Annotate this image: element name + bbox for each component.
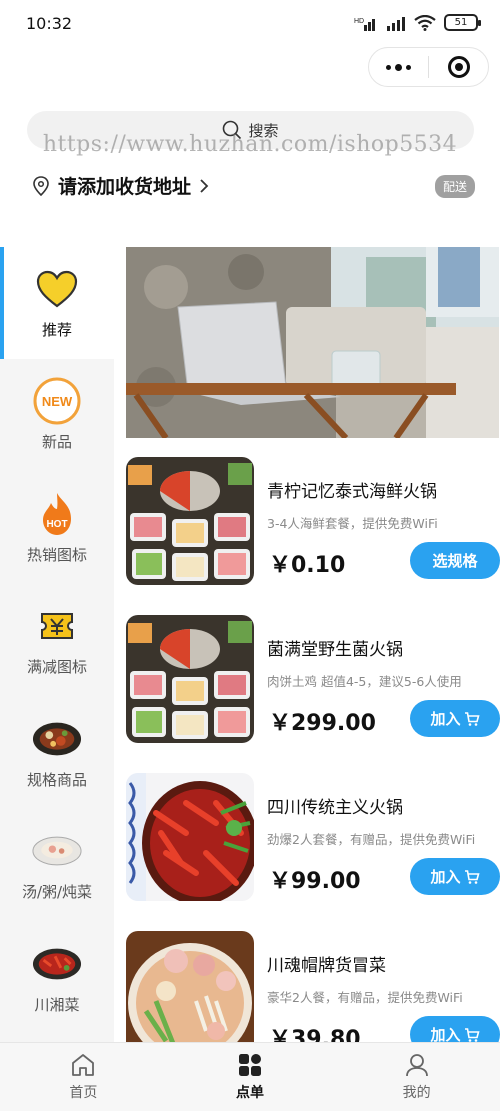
product-desc: 豪华2人餐，有赠品，提供免费WiFi (267, 990, 463, 1005)
button-label: 选规格 (432, 552, 478, 570)
hot-badge-text: HOT (46, 519, 67, 530)
address-selector[interactable]: 请添加收货地址 (32, 172, 209, 199)
address-label: 请添加收货地址 (58, 176, 192, 198)
sidebar-item-label: 推荐 (41, 320, 72, 339)
product-name: 四川传统主义火锅 (267, 798, 403, 818)
status-time: 10:32 (26, 14, 73, 33)
sidebar-item-discount[interactable]: 满减图标 (0, 584, 114, 696)
sidebar-item-recommended[interactable]: 推荐 (0, 247, 114, 359)
battery-level: 51 (454, 17, 468, 28)
location-pin-icon (33, 175, 49, 196)
product-image[interactable] (126, 773, 254, 901)
watermark-text: https://www.huzhan.com/ishop5534 (42, 132, 458, 157)
tab-home[interactable]: 首页 (0, 1043, 167, 1111)
more-dots-icon (386, 63, 411, 71)
product-name: 菌满堂野生菌火锅 (267, 640, 403, 660)
delivery-mode-badge[interactable]: 配送 (434, 175, 475, 198)
product-price: ￥299.00 (269, 711, 376, 736)
sidebar-item-label: 汤/粥/炖菜 (21, 882, 93, 901)
sidebar-item-new[interactable]: NEW 新品 (0, 359, 114, 471)
product-image[interactable] (126, 931, 254, 1059)
heart-icon (32, 267, 82, 311)
more-button[interactable] (369, 48, 428, 86)
maocai-bowl-image (126, 931, 254, 1059)
target-circle-icon (447, 56, 470, 78)
tab-profile[interactable]: 我的 (333, 1043, 500, 1111)
cart-icon (464, 711, 480, 726)
button-label: 加入 (430, 868, 461, 886)
chevron-right-icon (200, 178, 209, 193)
sidebar-item-sichuan[interactable]: 川湘菜 (0, 922, 114, 1034)
tab-order[interactable]: 点单 (167, 1043, 334, 1111)
select-spec-button[interactable]: 选规格 (410, 542, 500, 579)
product-desc: 肉饼土鸡 超值4-5，建议5-6人使用 (267, 674, 462, 689)
food-bowl-icon (32, 717, 82, 761)
product-card[interactable]: 青柠记忆泰式海鲜火锅 3-4人海鲜套餐，提供免费WiFi ￥0.10 选规格 (126, 457, 500, 587)
sidebar-item-spec-goods[interactable]: 规格商品 (0, 697, 114, 809)
hotpot-platter-image (126, 457, 254, 585)
coupon-icon (32, 604, 82, 648)
promo-banner[interactable] (126, 247, 499, 438)
product-desc: 劲爆2人套餐，有赠品，提供免费WiFi (267, 832, 476, 847)
hot-flame-icon: HOT (32, 492, 82, 536)
bottom-tab-bar: 首页 点单 我的 (0, 1042, 500, 1111)
home-icon (72, 1054, 95, 1076)
sidebar-item-label: 热销图标 (26, 545, 87, 564)
tab-label: 点单 (236, 1085, 264, 1101)
grid-icon (239, 1054, 261, 1076)
user-icon (405, 1054, 428, 1077)
product-name: 川魂帽牌货冒菜 (267, 956, 386, 976)
product-name: 青柠记忆泰式海鲜火锅 (267, 482, 437, 502)
signal-hd-icon: HD (354, 18, 375, 31)
category-sidebar: 推荐 NEW 新品 HOT 热销图标 满减图标 规格商品 汤/粥/炖菜 川湘菜 (0, 247, 114, 1042)
sidebar-item-label: 规格商品 (26, 770, 87, 789)
product-card[interactable]: 四川传统主义火锅 劲爆2人套餐，有赠品，提供免费WiFi ￥99.00 加入 (126, 773, 500, 903)
svg-text:HD: HD (354, 18, 364, 25)
product-image[interactable] (126, 457, 254, 585)
sidebar-item-label: 新品 (41, 432, 72, 451)
product-desc: 3-4人海鲜套餐，提供免费WiFi (267, 516, 438, 531)
cart-icon (464, 1027, 480, 1042)
new-badge-icon: NEW (32, 377, 82, 424)
soup-plate-icon (32, 829, 82, 873)
product-price: ￥99.00 (269, 869, 361, 894)
chili-hotpot-image (126, 773, 254, 901)
app-screen: 10:32 HD 51 搜索 https://www.huzhan.com/is… (0, 0, 500, 1111)
product-price: ￥0.10 (269, 553, 346, 578)
button-label: 加入 (430, 710, 461, 728)
sidebar-item-label: 川湘菜 (34, 995, 80, 1014)
new-badge-text: NEW (42, 394, 73, 409)
sidebar-item-label: 满减图标 (26, 657, 87, 676)
product-image[interactable] (126, 615, 254, 743)
banner-laptop-image (126, 247, 499, 438)
tab-label: 我的 (402, 1085, 431, 1101)
status-icons: HD 51 (354, 14, 481, 31)
sidebar-item-hot[interactable]: HOT 热销图标 (0, 472, 114, 584)
miniprogram-capsule (368, 47, 489, 87)
battery-icon: 51 (444, 14, 481, 31)
add-to-cart-button[interactable]: 加入 (410, 858, 500, 895)
tab-label: 首页 (69, 1085, 98, 1101)
wifi-icon (414, 14, 436, 31)
chili-dish-icon (32, 942, 82, 986)
signal-icon (387, 16, 405, 31)
close-miniprogram-button[interactable] (429, 48, 488, 86)
add-to-cart-button[interactable]: 加入 (410, 700, 500, 737)
sidebar-item-soup[interactable]: 汤/粥/炖菜 (0, 809, 114, 921)
hotpot-platter-image (126, 615, 254, 743)
cart-icon (464, 869, 480, 884)
product-card[interactable]: 菌满堂野生菌火锅 肉饼土鸡 超值4-5，建议5-6人使用 ￥299.00 加入 (126, 615, 500, 745)
status-bar: 10:32 HD 51 (0, 0, 500, 48)
